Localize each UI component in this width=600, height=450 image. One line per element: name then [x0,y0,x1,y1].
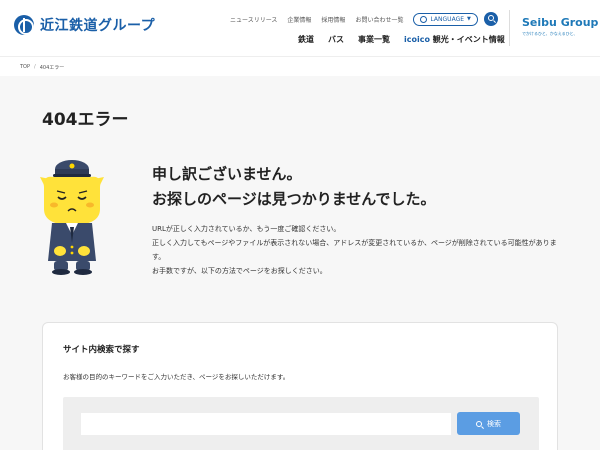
site-search-button[interactable]: 検索 [457,412,520,435]
link-news-release[interactable]: ニュースリリース [230,15,277,24]
site-logo[interactable]: 近江鉄道グループ [14,15,155,35]
language-label: LANGUAGE [430,15,465,23]
search-form-area: 検索 [63,397,539,450]
nav-tourism-label: 観光・イベント情報 [432,35,505,44]
language-button[interactable]: LANGUAGE ▼ [413,12,478,26]
error-body-line-2: 正しく入力してもページやファイルが表示されない場合、アドレスが変更されているか、… [152,239,557,261]
search-icon [476,420,482,427]
nav-bus[interactable]: バス [328,34,344,45]
breadcrumb-bar: TOP / 404エラー [0,56,600,76]
nav-railway[interactable]: 鉄道 [298,34,314,45]
breadcrumb-home[interactable]: TOP [20,64,30,71]
error-title-line-2: お探しのページは見つかりませんでした。 [152,190,436,208]
main-nav: 鉄道 バス 事業一覧 icoico 観光・イベント情報 [298,34,505,45]
logo-text: 近江鉄道グループ [40,18,156,34]
site-search-description: お客様の目的のキーワードをご入力いただき、ページをお探しいただけます。 [63,373,290,381]
error-message-title: 申し訳ございません。 お探しのページは見つかりませんでした。 [152,162,436,212]
mascot-illustration [40,160,104,275]
seibu-group-title: Seibu Group [522,16,599,29]
seibu-group-logo[interactable]: Seibu Group でかけるひと、かなえるひと、 [522,16,598,37]
breadcrumb: TOP / 404エラー [20,64,64,71]
globe-icon [420,15,428,23]
site-search-title: サイト内検索で探す [63,345,140,355]
link-contact[interactable]: お問い合わせ一覧 [355,15,403,24]
page-title: 404エラー [42,110,129,130]
site-header: 近江鉄道グループ ニュースリリース 企業情報 採用情報 お問い合わせ一覧 LAN… [0,0,600,56]
error-title-line-1: 申し訳ございません。 [152,165,302,183]
site-search-input[interactable] [81,413,451,435]
logo-icon [14,15,34,35]
link-company-info[interactable]: 企業情報 [287,15,311,24]
chevron-down-icon: ▼ [467,16,471,22]
seibu-group-tagline: でかけるひと、かなえるひと、 [522,31,578,36]
breadcrumb-current: 404エラー [39,65,65,71]
utility-links: ニュースリリース 企業情報 採用情報 お問い合わせ一覧 LANGUAGE ▼ [230,12,498,26]
site-search-card: サイト内検索で探す お客様の目的のキーワードをご入力いただき、ページをお探しいた… [42,322,558,450]
error-body-line-3: お手数ですが、以下の方法でページをお探しください。 [152,267,327,275]
search-button-label: 検索 [487,419,501,428]
search-icon [487,15,494,21]
error-message-body: URLが正しく入力されているか、もう一度ご確認ください。 正しく入力してもページ… [152,222,562,278]
error-body-line-1: URLが正しく入力されているか、もう一度ご確認ください。 [152,225,341,233]
nav-icoico-tourism[interactable]: icoico 観光・イベント情報 [404,34,505,45]
nav-business-list[interactable]: 事業一覧 [358,34,390,45]
icoico-logo: icoico [404,35,430,44]
link-recruit[interactable]: 採用情報 [321,15,345,24]
header-search-button[interactable] [483,12,498,26]
header-divider [509,10,510,46]
breadcrumb-separator: / [34,64,36,70]
